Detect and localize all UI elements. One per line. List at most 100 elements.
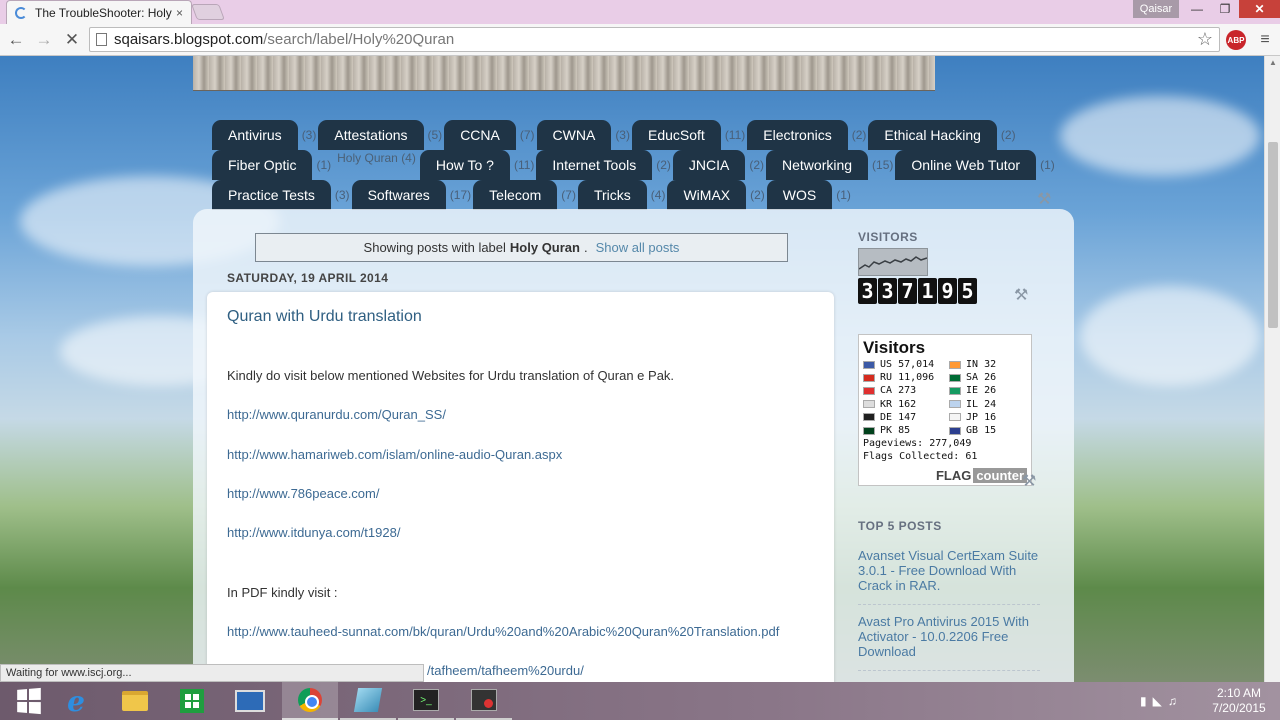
profile-badge[interactable]: Qaisar [1133,0,1179,18]
top-post-link[interactable]: Avast Pro Antivirus 2015 With Activator … [858,614,1042,659]
minimize-icon[interactable]: — [1183,0,1211,18]
flag-count: 11,096 [898,372,935,384]
taskbar-terminal[interactable]: >_ [398,682,454,720]
label-count: (2) [749,158,765,172]
show-all-posts-link[interactable]: Show all posts [596,240,680,255]
windows-logo-icon [17,687,41,715]
flag-count: 15 [984,425,997,437]
label-attestations[interactable]: Attestations [318,120,424,150]
top-post-divider [858,670,1040,671]
label-fiber-optic[interactable]: Fiber Optic [212,150,313,180]
chrome-icon [298,688,322,712]
label-count: (17) [449,188,472,202]
post-link[interactable]: http://www.quranurdu.com/Quran_SS/ [227,407,446,422]
flag-code: RU [880,372,893,384]
visitor-sparkline [858,248,928,276]
edit-wrench-icon[interactable]: ⚒ [1037,189,1051,209]
taskbar-store[interactable] [164,682,220,720]
store-icon [180,689,204,713]
close-window-icon[interactable]: ✕ [1239,0,1280,18]
chrome-menu-icon[interactable]: ≡ [1256,30,1274,50]
notice-prefix: Showing posts with label [363,240,506,255]
url-host: sqaisars.blogspot.com [114,31,264,48]
flag-row-ru: RU 11,096 [863,371,949,384]
scroll-up-arrow-icon[interactable]: ▲ [1265,58,1280,70]
flag-counter-widget[interactable]: Visitors US 57,014 IN 32 RU 11,096 SA 26… [858,334,1032,486]
label-antivirus[interactable]: Antivirus [212,120,298,150]
label-count: (3) [334,188,350,202]
label-count: (1) [316,158,332,172]
label-online-web-tutor[interactable]: Online Web Tutor [895,150,1037,180]
taskbar-file-explorer[interactable] [107,682,163,720]
taskbar-app[interactable] [456,682,512,720]
post-link-partial[interactable]: /tafheem/tafheem%20urdu/ [427,663,584,678]
new-tab-button[interactable] [191,4,225,20]
forward-arrow-icon[interactable]: → [32,29,56,51]
battery-icon[interactable]: ▮ [1140,694,1147,708]
address-bar[interactable]: sqaisars.blogspot.com/search/label/Holy%… [89,27,1220,52]
clock-time: 2:10 AM [1216,686,1262,700]
label-wos[interactable]: WOS [766,180,833,210]
label-ethical-hacking[interactable]: Ethical Hacking [868,120,997,150]
flag-code: SA [966,372,979,384]
top-post-link[interactable]: Avanset Visual CertExam Suite 3.0.1 - Fr… [858,548,1042,593]
flag-logo-counter-text: counter [973,468,1027,483]
post-link[interactable]: http://www.itdunya.com/t1928/ [227,525,400,540]
post-pdf-link[interactable]: http://www.tauheed-sunnat.com/bk/quran/U… [227,624,779,639]
label-practice-tests[interactable]: Practice Tests [212,180,331,210]
flag-count: 26 [984,372,997,384]
label-ccna[interactable]: CCNA [444,120,516,150]
visitors-heading: VISITORS [858,230,918,244]
scroll-thumb[interactable] [1268,142,1278,328]
flag-code: IE [966,385,979,397]
network-icon[interactable]: ◣ [1153,694,1162,708]
flag-counter-logo: FLAG counter [934,468,1027,483]
label-jncia[interactable]: JNCIA [672,150,746,180]
post-link[interactable]: http://www.786peace.com/ [227,486,379,501]
label-count: (4) [401,151,416,165]
flag-ie-icon [949,387,961,395]
stop-loading-icon[interactable]: ✕ [60,29,84,51]
edit-wrench-icon[interactable]: ⚒ [1014,285,1028,305]
taskbar-lenovo[interactable] [222,682,278,720]
flag-de-icon [863,413,875,422]
label-internet-tools[interactable]: Internet Tools [536,150,653,180]
adblock-plus-icon[interactable]: ABP [1226,30,1246,50]
post-title-link[interactable]: Quran with Urdu translation [227,308,422,326]
label-count: (11) [513,158,535,172]
flag-code: GB [966,425,979,437]
label-tricks[interactable]: Tricks [577,180,647,210]
browser-toolbar: ← → ✕ sqaisars.blogspot.com/search/label… [0,24,1280,56]
counter-digit: 5 [958,278,977,304]
counter-digit: 9 [938,278,957,304]
label-telecom[interactable]: Telecom [473,180,558,210]
flag-count: 24 [984,398,997,410]
taskbar-chrome[interactable] [282,682,338,720]
label-wimax[interactable]: WiMAX [667,180,747,210]
label-cwna[interactable]: CWNA [536,120,612,150]
label-row-3: Practice Tests (3) Softwares (17) Telecom (… [212,180,853,210]
browser-tab-active[interactable]: The TroubleShooter: Holy × [6,0,192,24]
label-softwares[interactable]: Softwares [351,180,446,210]
clock-date: 7/20/2015 [1212,701,1266,715]
taskbar-virtualbox[interactable] [340,682,396,720]
maximize-icon[interactable]: ❐ [1211,0,1239,18]
label-educsoft[interactable]: EducSoft [631,120,721,150]
loading-spinner-icon [15,6,27,19]
tab-close-icon[interactable]: × [176,6,183,20]
taskbar-internet-explorer[interactable]: e [48,682,104,720]
edit-wrench-icon[interactable]: ⚒ [1022,471,1036,491]
taskbar-clock[interactable]: 2:10 AM 7/20/2015 [1205,686,1273,716]
page-scrollbar[interactable]: ▲ [1264,56,1280,682]
bookmark-star-icon[interactable]: ☆ [1197,29,1213,50]
label-count: (1) [836,188,851,202]
flag-kr-icon [863,400,875,409]
back-arrow-icon[interactable]: ← [4,29,28,51]
label-electronics[interactable]: Electronics [747,120,848,150]
post-link[interactable]: http://www.hamariweb.com/islam/online-au… [227,447,562,462]
volume-icon[interactable]: ♫ [1168,694,1177,708]
label-how-to[interactable]: How To ? [419,150,510,180]
label-networking[interactable]: Networking [766,150,869,180]
browser-titlebar: The TroubleShooter: Holy × Qaisar — ❐ ✕ [0,0,1280,24]
background-cloud [1080,286,1260,386]
